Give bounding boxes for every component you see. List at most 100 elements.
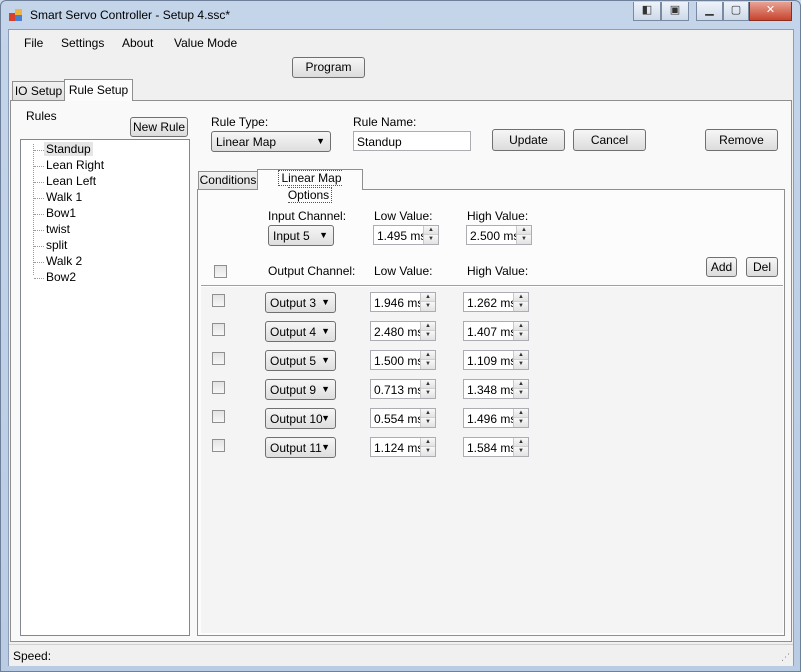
spin-up-icon[interactable]: ▲: [424, 226, 438, 235]
output-low-spinner[interactable]: 1.500 ms ▲ ▼: [370, 350, 436, 370]
remove-button[interactable]: Remove: [705, 129, 778, 151]
output-low-spinner[interactable]: 2.480 ms ▲ ▼: [370, 321, 436, 341]
spin-up-icon[interactable]: ▲: [421, 438, 435, 447]
chevron-down-icon: ▼: [321, 413, 330, 423]
tab-rule-setup[interactable]: Rule Setup: [64, 79, 133, 101]
input-channel-select[interactable]: Input 5 ▼: [268, 225, 334, 246]
chevron-down-icon: ▼: [321, 297, 330, 307]
spin-down-icon[interactable]: ▼: [514, 418, 528, 427]
maximize-button[interactable]: ▢: [723, 2, 749, 21]
chevron-down-icon: ▼: [321, 355, 330, 365]
output-row-checkbox[interactable]: [212, 294, 225, 307]
rule-type-label: Rule Type:: [211, 115, 269, 129]
spin-down-icon[interactable]: ▼: [514, 360, 528, 369]
chevron-down-icon: ▼: [321, 326, 330, 336]
close-button[interactable]: ✕: [749, 2, 792, 21]
output-channel-select[interactable]: Output 5 ▼: [265, 350, 336, 371]
spin-down-icon[interactable]: ▼: [514, 389, 528, 398]
spin-down-icon[interactable]: ▼: [517, 235, 531, 244]
tab-linear-map-options[interactable]: Linear Map Options: [257, 169, 363, 203]
update-button[interactable]: Update: [492, 129, 565, 151]
output-high-spinner[interactable]: 1.348 ms ▲ ▼: [463, 379, 529, 399]
input-high-label: High Value:: [467, 209, 529, 223]
output-high-spinner[interactable]: 1.407 ms ▲ ▼: [463, 321, 529, 341]
output-channel-select[interactable]: Output 11 ▼: [265, 437, 336, 458]
add-output-button[interactable]: Add: [706, 257, 737, 277]
output-high-spinner[interactable]: 1.262 ms ▲ ▼: [463, 292, 529, 312]
title-bar[interactable]: Smart Servo Controller - Setup 4.ssc* ◧ …: [1, 1, 800, 29]
spin-up-icon[interactable]: ▲: [514, 409, 528, 418]
input-high-spinner[interactable]: 2.500 ms ▲ ▼: [466, 225, 532, 245]
spin-down-icon[interactable]: ▼: [421, 331, 435, 340]
speed-label: Speed:: [13, 649, 52, 663]
output-channel-select[interactable]: Output 4 ▼: [265, 321, 336, 342]
app-window: Smart Servo Controller - Setup 4.ssc* ◧ …: [0, 0, 801, 672]
snapshot-icon[interactable]: ▣: [661, 2, 689, 21]
output-channel-select[interactable]: Output 10 ▼: [265, 408, 336, 429]
spin-down-icon[interactable]: ▼: [514, 331, 528, 340]
output-high-spinner[interactable]: 1.496 ms ▲ ▼: [463, 408, 529, 428]
spin-down-icon[interactable]: ▼: [421, 447, 435, 456]
minimize-icon: ▁: [705, 4, 714, 16]
output-row-checkbox[interactable]: [212, 381, 225, 394]
spin-down-icon[interactable]: ▼: [421, 360, 435, 369]
spin-up-icon[interactable]: ▲: [514, 351, 528, 360]
spin-up-icon[interactable]: ▲: [421, 351, 435, 360]
resize-grip-icon[interactable]: ⋰: [781, 652, 790, 663]
output-low-label: Low Value:: [374, 264, 433, 278]
spin-down-icon[interactable]: ▼: [514, 302, 528, 311]
menu-settings[interactable]: Settings: [61, 36, 104, 50]
chevron-down-icon: ▼: [316, 136, 325, 146]
spin-down-icon[interactable]: ▼: [421, 389, 435, 398]
linear-map-panel: Input Channel: Low Value: High Value: In…: [197, 189, 785, 636]
menu-file[interactable]: File: [24, 36, 43, 50]
program-button[interactable]: Program: [292, 57, 365, 78]
maximize-icon: ▢: [730, 4, 742, 16]
output-row-checkbox[interactable]: [212, 439, 225, 452]
select-all-checkbox[interactable]: [214, 265, 227, 278]
output-channel-select[interactable]: Output 9 ▼: [265, 379, 336, 400]
spin-up-icon[interactable]: ▲: [517, 226, 531, 235]
chevron-down-icon: ▼: [321, 442, 330, 452]
output-low-spinner[interactable]: 0.554 ms ▲ ▼: [370, 408, 436, 428]
output-row-checkbox[interactable]: [212, 410, 225, 423]
output-low-spinner[interactable]: 0.713 ms ▲ ▼: [370, 379, 436, 399]
menu-value-mode[interactable]: Value Mode: [174, 36, 237, 50]
spin-up-icon[interactable]: ▲: [514, 438, 528, 447]
chevron-down-icon: ▼: [319, 230, 328, 240]
rule-name-label: Rule Name:: [353, 115, 417, 129]
spin-up-icon[interactable]: ▲: [421, 380, 435, 389]
cancel-button[interactable]: Cancel: [573, 129, 646, 151]
rule-type-select[interactable]: Linear Map ▼: [211, 131, 331, 152]
new-rule-button[interactable]: New Rule: [130, 117, 188, 137]
spin-up-icon[interactable]: ▲: [514, 380, 528, 389]
spin-up-icon[interactable]: ▲: [421, 293, 435, 302]
input-low-label: Low Value:: [374, 209, 433, 223]
rules-tree[interactable]: Standup Lean Right Lean Left Walk 1 Bow1: [20, 139, 190, 636]
output-list: Output 3 ▼ 1.946 ms ▲ ▼ 1.262 ms ▲ ▼ Output 4…: [201, 287, 783, 633]
spin-up-icon[interactable]: ▲: [421, 409, 435, 418]
spin-down-icon[interactable]: ▼: [421, 302, 435, 311]
spin-up-icon[interactable]: ▲: [421, 322, 435, 331]
tab-io-setup[interactable]: IO Setup: [12, 81, 65, 100]
output-channel-select[interactable]: Output 3 ▼: [265, 292, 336, 313]
del-output-button[interactable]: Del: [746, 257, 778, 277]
output-row-checkbox[interactable]: [212, 323, 225, 336]
rule-name-field[interactable]: Standup: [353, 131, 471, 151]
spin-down-icon[interactable]: ▼: [424, 235, 438, 244]
spin-down-icon[interactable]: ▼: [514, 447, 528, 456]
minimize-button[interactable]: ▁: [696, 2, 723, 21]
tab-conditions[interactable]: Conditions: [198, 171, 258, 189]
output-high-spinner[interactable]: 1.109 ms ▲ ▼: [463, 350, 529, 370]
output-row-checkbox[interactable]: [212, 352, 225, 365]
spin-down-icon[interactable]: ▼: [421, 418, 435, 427]
output-low-spinner[interactable]: 1.946 ms ▲ ▼: [370, 292, 436, 312]
spin-up-icon[interactable]: ▲: [514, 293, 528, 302]
input-low-spinner[interactable]: 1.495 ms ▲ ▼: [373, 225, 439, 245]
output-high-spinner[interactable]: 1.584 ms ▲ ▼: [463, 437, 529, 457]
output-low-spinner[interactable]: 1.124 ms ▲ ▼: [370, 437, 436, 457]
menu-about[interactable]: About: [122, 36, 153, 50]
tile-icon[interactable]: ◧: [633, 2, 661, 21]
app-icon: [9, 9, 22, 21]
spin-up-icon[interactable]: ▲: [514, 322, 528, 331]
